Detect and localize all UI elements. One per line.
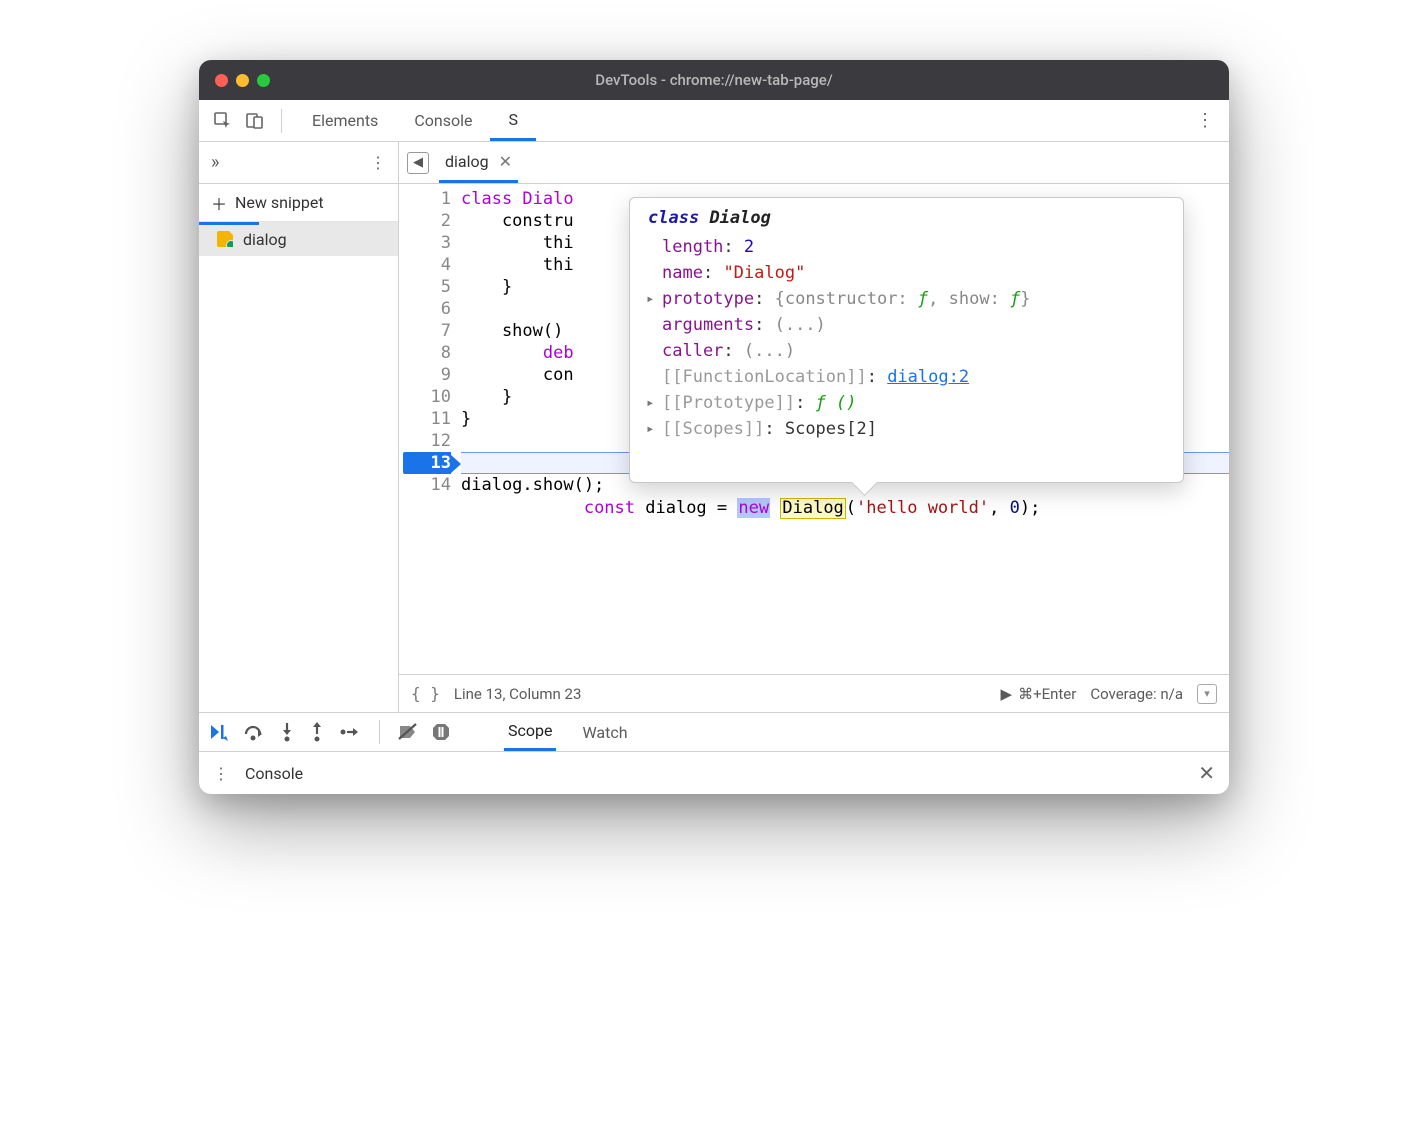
- main-toolbar: Elements Console S ⋮: [199, 100, 1229, 142]
- console-drawer: ⋮ Console ✕: [199, 752, 1229, 794]
- minimize-window-button[interactable]: [236, 74, 249, 87]
- traffic-lights: [215, 74, 270, 87]
- deactivate-breakpoints-icon[interactable]: [398, 723, 418, 741]
- sidebar-menu-icon[interactable]: ⋮: [370, 153, 386, 172]
- snippet-file-icon: [217, 231, 233, 247]
- close-tab-icon[interactable]: ✕: [499, 152, 512, 171]
- pause-exceptions-icon[interactable]: [432, 723, 450, 741]
- close-drawer-icon[interactable]: ✕: [1198, 761, 1215, 785]
- file-tab-label: dialog: [445, 152, 489, 171]
- function-location-link[interactable]: dialog:2: [887, 367, 969, 387]
- inspect-element-icon[interactable]: [209, 107, 237, 135]
- sidebar: » ⋮ ＋ New snippet dialog: [199, 142, 399, 712]
- popover-prop[interactable]: length: 2: [648, 234, 1165, 260]
- debugger-toolbar: Scope Watch: [199, 712, 1229, 752]
- coverage-toggle-icon[interactable]: ▾: [1197, 684, 1217, 704]
- tab-console[interactable]: Console: [396, 100, 490, 141]
- pretty-print-icon[interactable]: { }: [411, 684, 440, 703]
- resume-icon[interactable]: [209, 723, 229, 741]
- step-over-icon[interactable]: [243, 723, 265, 741]
- tab-scope[interactable]: Scope: [504, 713, 556, 751]
- popover-title: class Dialog: [648, 208, 1165, 228]
- sidebar-head: » ⋮: [199, 142, 398, 184]
- popover-prop[interactable]: caller: (...): [648, 338, 1165, 364]
- editor-status-bar: { } Line 13, Column 23 ▶ ⌘+Enter Coverag…: [399, 674, 1229, 712]
- maximize-window-button[interactable]: [257, 74, 270, 87]
- cursor-position: Line 13, Column 23: [454, 685, 581, 703]
- console-label: Console: [245, 764, 303, 783]
- toolbar-overflow-menu-icon[interactable]: ⋮: [1191, 107, 1219, 135]
- snippet-item-dialog[interactable]: dialog: [199, 222, 398, 256]
- devtools-window: DevTools - chrome://new-tab-page/ Elemen…: [199, 60, 1229, 794]
- popover-prop[interactable]: arguments: (...): [648, 312, 1165, 338]
- tab-watch[interactable]: Watch: [578, 713, 631, 751]
- plus-icon: ＋: [211, 191, 227, 215]
- device-toggle-icon[interactable]: [241, 107, 269, 135]
- scope-tab-row: Scope Watch: [504, 713, 632, 751]
- execution-marker-icon: [451, 455, 461, 473]
- step-icon[interactable]: [339, 724, 361, 740]
- popover-prop[interactable]: [[Prototype]]: ƒ (): [648, 390, 1165, 416]
- popover-prop-prototype[interactable]: prototype: {constructor: ƒ, show: ƒ}: [648, 286, 1165, 312]
- run-shortcut: ⌘+Enter: [1018, 685, 1076, 703]
- popover-prop[interactable]: name: "Dialog": [648, 260, 1165, 286]
- debugger-divider: [379, 720, 380, 744]
- window-titlebar: DevTools - chrome://new-tab-page/: [199, 60, 1229, 100]
- value-popover: class Dialog length: 2 name: "Dialog" pr…: [629, 197, 1184, 483]
- close-window-button[interactable]: [215, 74, 228, 87]
- console-menu-icon[interactable]: ⋮: [213, 764, 229, 783]
- popover-prop[interactable]: [[FunctionLocation]]: dialog:2: [648, 364, 1165, 390]
- body-split: » ⋮ ＋ New snippet dialog ◀ dialog ✕: [199, 142, 1229, 712]
- run-snippet-button[interactable]: ▶ ⌘+Enter: [1001, 685, 1077, 703]
- popover-prop[interactable]: [[Scopes]]: Scopes[2]: [648, 416, 1165, 442]
- navigator-overflow-icon[interactable]: »: [211, 152, 219, 173]
- nav-previous-icon[interactable]: ◀: [407, 152, 429, 174]
- toolbar-divider: [281, 109, 282, 133]
- new-snippet-button[interactable]: ＋ New snippet: [199, 184, 398, 222]
- window-title: DevTools - chrome://new-tab-page/: [595, 71, 832, 89]
- step-out-icon[interactable]: [309, 722, 325, 742]
- editor-tabs: ◀ dialog ✕: [399, 142, 1229, 184]
- tab-sources-partial[interactable]: S: [490, 100, 536, 141]
- play-icon: ▶: [1001, 685, 1013, 703]
- file-tab-dialog[interactable]: dialog ✕: [439, 142, 518, 183]
- step-into-icon[interactable]: [279, 722, 295, 742]
- tab-elements[interactable]: Elements: [294, 100, 396, 141]
- snippet-name: dialog: [243, 230, 287, 249]
- new-snippet-label: New snippet: [235, 193, 324, 212]
- line-gutter: 1 2 3 4 5 6 7 8 9 10 11 12 13 14: [399, 184, 461, 674]
- coverage-status: Coverage: n/a: [1090, 685, 1183, 703]
- main-tab-row: Elements Console S: [294, 100, 536, 141]
